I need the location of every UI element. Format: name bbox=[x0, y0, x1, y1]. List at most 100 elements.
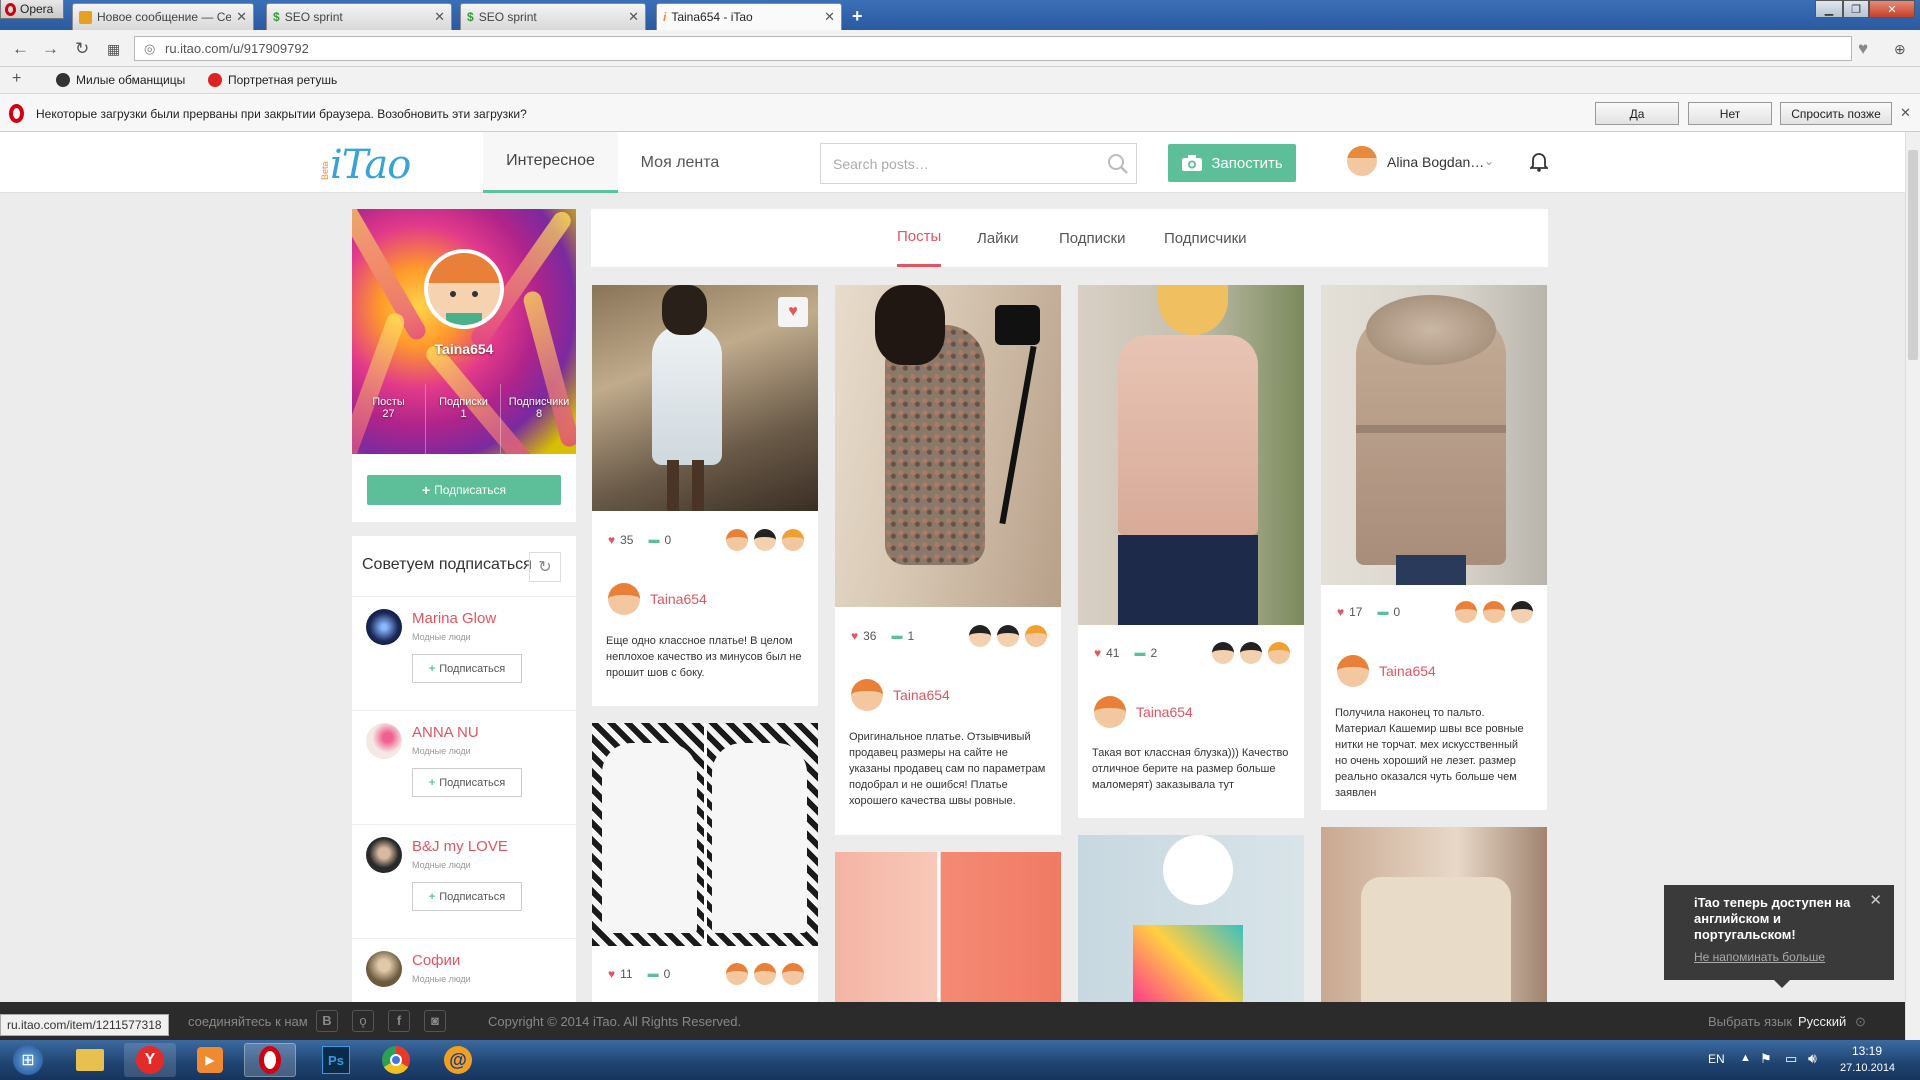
odnoklassniki-icon[interactable]: ǫ bbox=[352, 1010, 374, 1032]
user-avatar[interactable] bbox=[1347, 146, 1377, 176]
infobar-yes-button[interactable]: Да bbox=[1595, 102, 1679, 125]
liker-avatar[interactable] bbox=[1240, 642, 1262, 664]
photoshop-icon[interactable]: Ps bbox=[310, 1043, 362, 1077]
dont-remind-link[interactable]: Не напоминать больше bbox=[1694, 949, 1864, 965]
nav-tab-interesting[interactable]: Интересное bbox=[483, 132, 618, 193]
tab-posts[interactable]: Посты bbox=[897, 209, 942, 267]
post-author[interactable]: Taina654 bbox=[1094, 696, 1193, 728]
browser-tab[interactable]: $ SEO sprint ✕ bbox=[266, 3, 452, 30]
opera-menu-button[interactable]: Opera bbox=[0, 0, 64, 19]
download-icon[interactable]: ⊕ bbox=[1894, 41, 1906, 58]
reload-icon[interactable]: ↻ bbox=[75, 39, 89, 59]
close-icon[interactable]: ✕ bbox=[434, 9, 445, 25]
liker-avatar[interactable] bbox=[1268, 642, 1290, 664]
recommend-name[interactable]: Marina Glow bbox=[412, 610, 496, 627]
site-logo[interactable]: iTao bbox=[330, 142, 411, 188]
tray-arrow-icon[interactable]: ▲ bbox=[1740, 1052, 1751, 1064]
comment-icon[interactable]: ▬ bbox=[1134, 647, 1145, 659]
chevron-down-icon[interactable]: ⌄ bbox=[1484, 154, 1494, 168]
heart-icon[interactable]: ♥ bbox=[1094, 646, 1101, 660]
nav-tab-my-feed[interactable]: Моя лента bbox=[630, 132, 730, 193]
liker-avatar[interactable] bbox=[726, 963, 748, 985]
post-author[interactable]: Taina654 bbox=[1337, 655, 1436, 687]
minimize-button[interactable]: ▁ bbox=[1815, 0, 1843, 18]
author-name[interactable]: Taina654 bbox=[650, 591, 707, 607]
post-card[interactable]: ♥ 41 ▬ 2 Taina654 Такая вот классная блузк… bbox=[1078, 285, 1304, 818]
close-icon[interactable]: ✕ bbox=[824, 9, 835, 25]
subscribe-button[interactable]: + Подписаться bbox=[367, 475, 561, 505]
bell-icon[interactable] bbox=[1530, 152, 1548, 172]
post-card[interactable] bbox=[835, 852, 1061, 1002]
forward-icon[interactable]: → bbox=[42, 39, 59, 59]
author-name[interactable]: Taina654 bbox=[1379, 663, 1436, 679]
speed-dial-icon[interactable]: ▦ bbox=[107, 41, 120, 58]
user-avatar[interactable] bbox=[366, 951, 402, 987]
clock-time[interactable]: 13:19 bbox=[1852, 1044, 1882, 1058]
liker-avatar[interactable] bbox=[1455, 601, 1477, 623]
heart-icon[interactable]: ♥ bbox=[608, 967, 615, 981]
post-image[interactable] bbox=[1321, 827, 1547, 1002]
liker-avatar[interactable] bbox=[1511, 601, 1533, 623]
post-card[interactable]: ♥ 11 ▬ 0 bbox=[592, 723, 818, 1002]
liker-avatar[interactable] bbox=[782, 963, 804, 985]
author-avatar[interactable] bbox=[1337, 655, 1369, 687]
author-name[interactable]: Taina654 bbox=[893, 687, 950, 703]
flag-icon[interactable]: ⚑ bbox=[1760, 1051, 1772, 1067]
user-avatar[interactable] bbox=[366, 723, 402, 759]
page-scrollbar[interactable] bbox=[1905, 132, 1920, 1040]
browser-tab-active[interactable]: i Taina654 - iTao ✕ bbox=[656, 3, 842, 30]
follow-button[interactable]: + Подписаться bbox=[412, 654, 522, 683]
close-icon[interactable]: ✕ bbox=[1869, 893, 1882, 909]
post-card[interactable]: ♥ 36 ▬ 1 Taina654 Оригинальное платье. Отз… bbox=[835, 285, 1061, 835]
post-image[interactable] bbox=[592, 723, 818, 946]
liker-avatar[interactable] bbox=[1212, 642, 1234, 664]
heart-bookmark-icon[interactable]: ♥ bbox=[1858, 39, 1868, 59]
scrollbar-thumb[interactable] bbox=[1908, 150, 1918, 360]
liker-avatar[interactable] bbox=[1483, 601, 1505, 623]
refresh-icon[interactable]: ↻ bbox=[529, 552, 561, 582]
yandex-browser-icon[interactable]: Y bbox=[124, 1043, 176, 1077]
stat-posts[interactable]: Посты 27 bbox=[352, 384, 426, 454]
liker-avatar[interactable] bbox=[754, 529, 776, 551]
post-image[interactable] bbox=[1321, 285, 1547, 585]
author-avatar[interactable] bbox=[851, 679, 883, 711]
network-icon[interactable]: ▭ bbox=[1785, 1051, 1797, 1067]
browser-tab[interactable]: $ SEO sprint ✕ bbox=[460, 3, 646, 30]
vk-icon[interactable]: B bbox=[316, 1010, 338, 1032]
post-button[interactable]: Запостить bbox=[1168, 144, 1296, 182]
close-window-button[interactable]: ✕ bbox=[1869, 0, 1915, 18]
back-icon[interactable]: ← bbox=[12, 39, 29, 59]
post-author[interactable]: Taina654 bbox=[851, 679, 950, 711]
comment-icon[interactable]: ▬ bbox=[1377, 606, 1388, 618]
chevron-down-icon[interactable]: ⊙ bbox=[1855, 1014, 1866, 1030]
facebook-icon[interactable]: f bbox=[388, 1010, 410, 1032]
close-icon[interactable]: ✕ bbox=[628, 9, 639, 25]
clock-date[interactable]: 27.10.2014 bbox=[1840, 1062, 1895, 1074]
comment-icon[interactable]: ▬ bbox=[648, 968, 659, 980]
heart-icon[interactable]: ♥ bbox=[608, 533, 615, 547]
start-button[interactable]: ⊞ bbox=[4, 1043, 52, 1077]
media-player-icon[interactable]: ▶ bbox=[184, 1043, 236, 1077]
liker-avatar[interactable] bbox=[754, 963, 776, 985]
close-icon[interactable]: ✕ bbox=[236, 9, 247, 25]
user-avatar[interactable] bbox=[366, 609, 402, 645]
post-author[interactable]: Taina654 bbox=[608, 583, 707, 615]
mail-agent-icon[interactable]: @ bbox=[432, 1043, 484, 1077]
heart-icon[interactable]: ♥ bbox=[1337, 605, 1344, 619]
post-card[interactable] bbox=[1321, 827, 1547, 1002]
liker-avatar[interactable] bbox=[782, 529, 804, 551]
language-select[interactable]: Русский bbox=[1798, 1014, 1846, 1029]
infobar-later-button[interactable]: Спросить позже bbox=[1780, 102, 1892, 125]
opera-taskbar-icon[interactable] bbox=[244, 1043, 296, 1077]
search-icon[interactable] bbox=[1106, 152, 1130, 176]
bookmark-item[interactable]: Милые обманщицы bbox=[56, 73, 185, 87]
author-avatar[interactable] bbox=[1094, 696, 1126, 728]
add-bookmark-icon[interactable]: + bbox=[12, 70, 21, 88]
comment-icon[interactable]: ▬ bbox=[891, 630, 902, 642]
close-icon[interactable]: ✕ bbox=[1900, 105, 1911, 121]
comment-icon[interactable]: ▬ bbox=[648, 534, 659, 546]
post-card[interactable]: ♥ ♥ 35 ▬ 0 Taina654 Еще одно классное плат… bbox=[592, 285, 818, 706]
explorer-icon[interactable] bbox=[64, 1043, 116, 1077]
like-heart-icon[interactable]: ♥ bbox=[778, 297, 808, 327]
post-image[interactable] bbox=[1078, 285, 1304, 625]
